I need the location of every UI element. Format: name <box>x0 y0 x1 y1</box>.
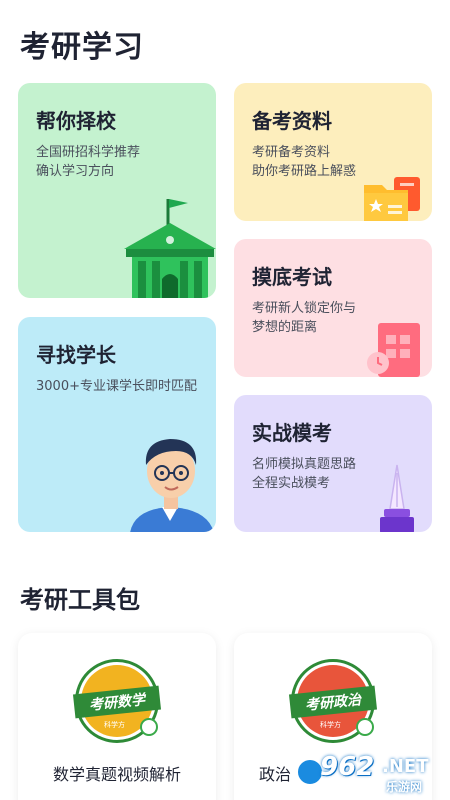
page-title: 考研学习 <box>20 30 144 65</box>
toolkit-section-title: 考研工具包 <box>20 586 140 614</box>
card-placement-exam[interactable]: 摸底考试 考研新人锁定你与 梦想的距离 <box>234 239 432 377</box>
site-watermark: 962 .NET 乐游网 <box>296 752 444 796</box>
card-description: 3000+专业课学长即时匹配 <box>36 379 197 394</box>
watermark-number: 962 <box>320 752 375 782</box>
folder-icon <box>364 177 420 221</box>
watermark-chinese: 乐游网 <box>386 780 423 794</box>
card-description: 考研新人锁定你与 梦想的距离 <box>252 301 357 335</box>
card-title: 实战模考 <box>252 421 332 445</box>
card-description: 考研备考资料 助你考研路上解惑 <box>252 145 357 179</box>
card-description: 全国研招科学推荐 确认学习方向 <box>36 145 141 179</box>
card-title: 帮你择校 <box>36 109 116 133</box>
card-choose-school[interactable]: 帮你择校 全国研招科学推荐 确认学习方向 <box>18 83 216 298</box>
logo-subtext: 科学方 <box>320 721 341 729</box>
card-title: 寻找学长 <box>36 343 116 367</box>
card-study-materials[interactable]: 备考资料 考研备考资料 助你考研路上解惑 <box>234 83 432 221</box>
card-title: 摸底考试 <box>252 265 332 289</box>
mini-program-icon <box>356 718 374 736</box>
card-description: 名师模拟真题思路 全程实战模考 <box>252 457 357 491</box>
card-title: 备考资料 <box>252 109 332 133</box>
math-app-logo: 考研数学 科学方 <box>72 659 162 743</box>
logo-subtext: 科学方 <box>104 721 125 729</box>
calendar-clock-icon <box>367 323 420 377</box>
watermark-suffix: .NET <box>382 756 429 777</box>
card-find-senior[interactable]: 寻找学长 3000+专业课学长即时匹配 <box>18 317 216 532</box>
mini-program-icon <box>140 718 158 736</box>
student-avatar-icon <box>130 439 214 532</box>
card-practice-exam[interactable]: 实战模考 名师模拟真题思路 全程实战模考 <box>234 395 432 532</box>
school-building-icon <box>124 199 216 298</box>
politics-app-logo: 考研政治 科学方 <box>288 659 378 743</box>
pen-icon <box>380 464 414 532</box>
